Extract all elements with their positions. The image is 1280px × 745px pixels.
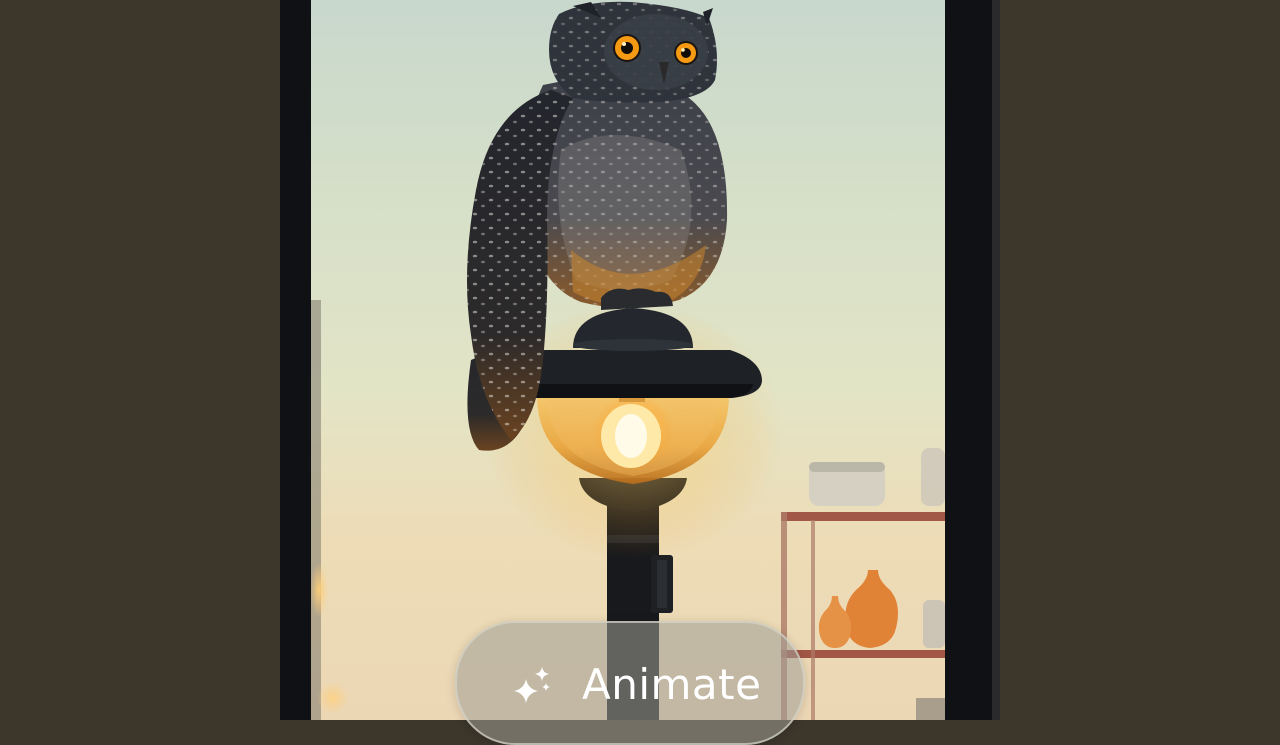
page-background-left [0, 0, 280, 720]
page-background-right [1000, 0, 1280, 720]
phone-frame-right [945, 0, 1000, 720]
generated-image [311, 0, 945, 720]
animate-button-label: Animate [582, 660, 762, 709]
sparkle-icon [514, 667, 550, 703]
animate-button[interactable]: Animate [455, 621, 805, 745]
phone-frame-left [280, 0, 311, 720]
owl-on-lamp-scene [311, 1, 945, 720]
background-shelf [781, 448, 945, 720]
